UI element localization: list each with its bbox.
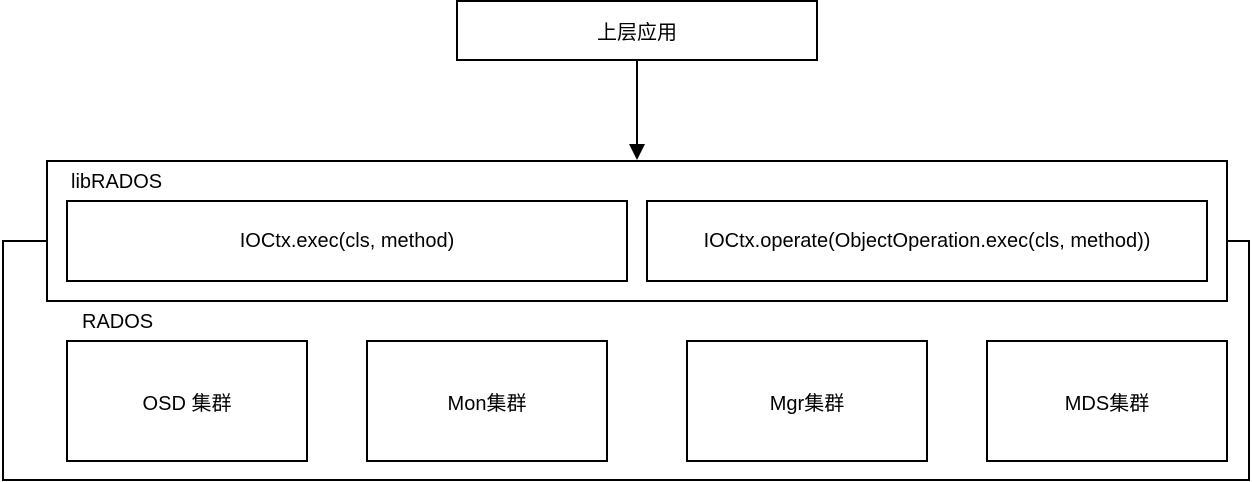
arrow-head-icon (629, 144, 645, 160)
arrow-connector (629, 60, 645, 160)
